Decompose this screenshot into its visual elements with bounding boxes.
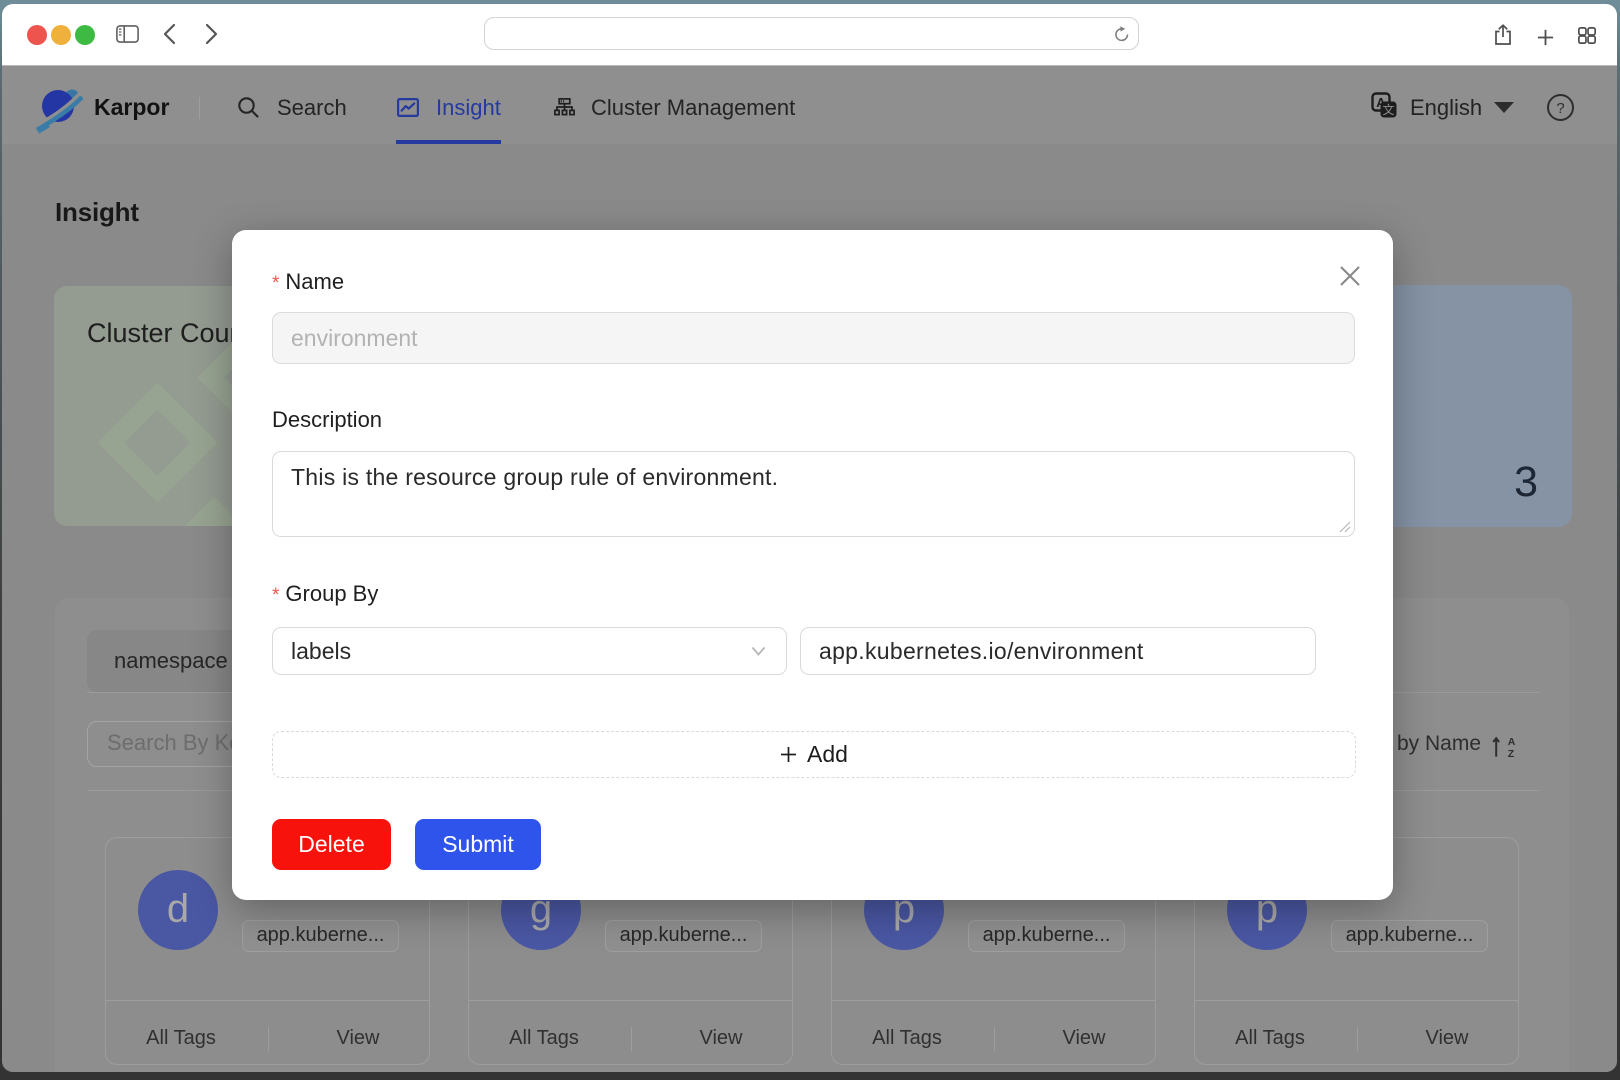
svg-text:?: ? xyxy=(1556,100,1564,117)
svg-text:A: A xyxy=(1508,736,1516,748)
svg-text:Z: Z xyxy=(1508,748,1515,758)
svg-text:文: 文 xyxy=(1382,102,1394,117)
